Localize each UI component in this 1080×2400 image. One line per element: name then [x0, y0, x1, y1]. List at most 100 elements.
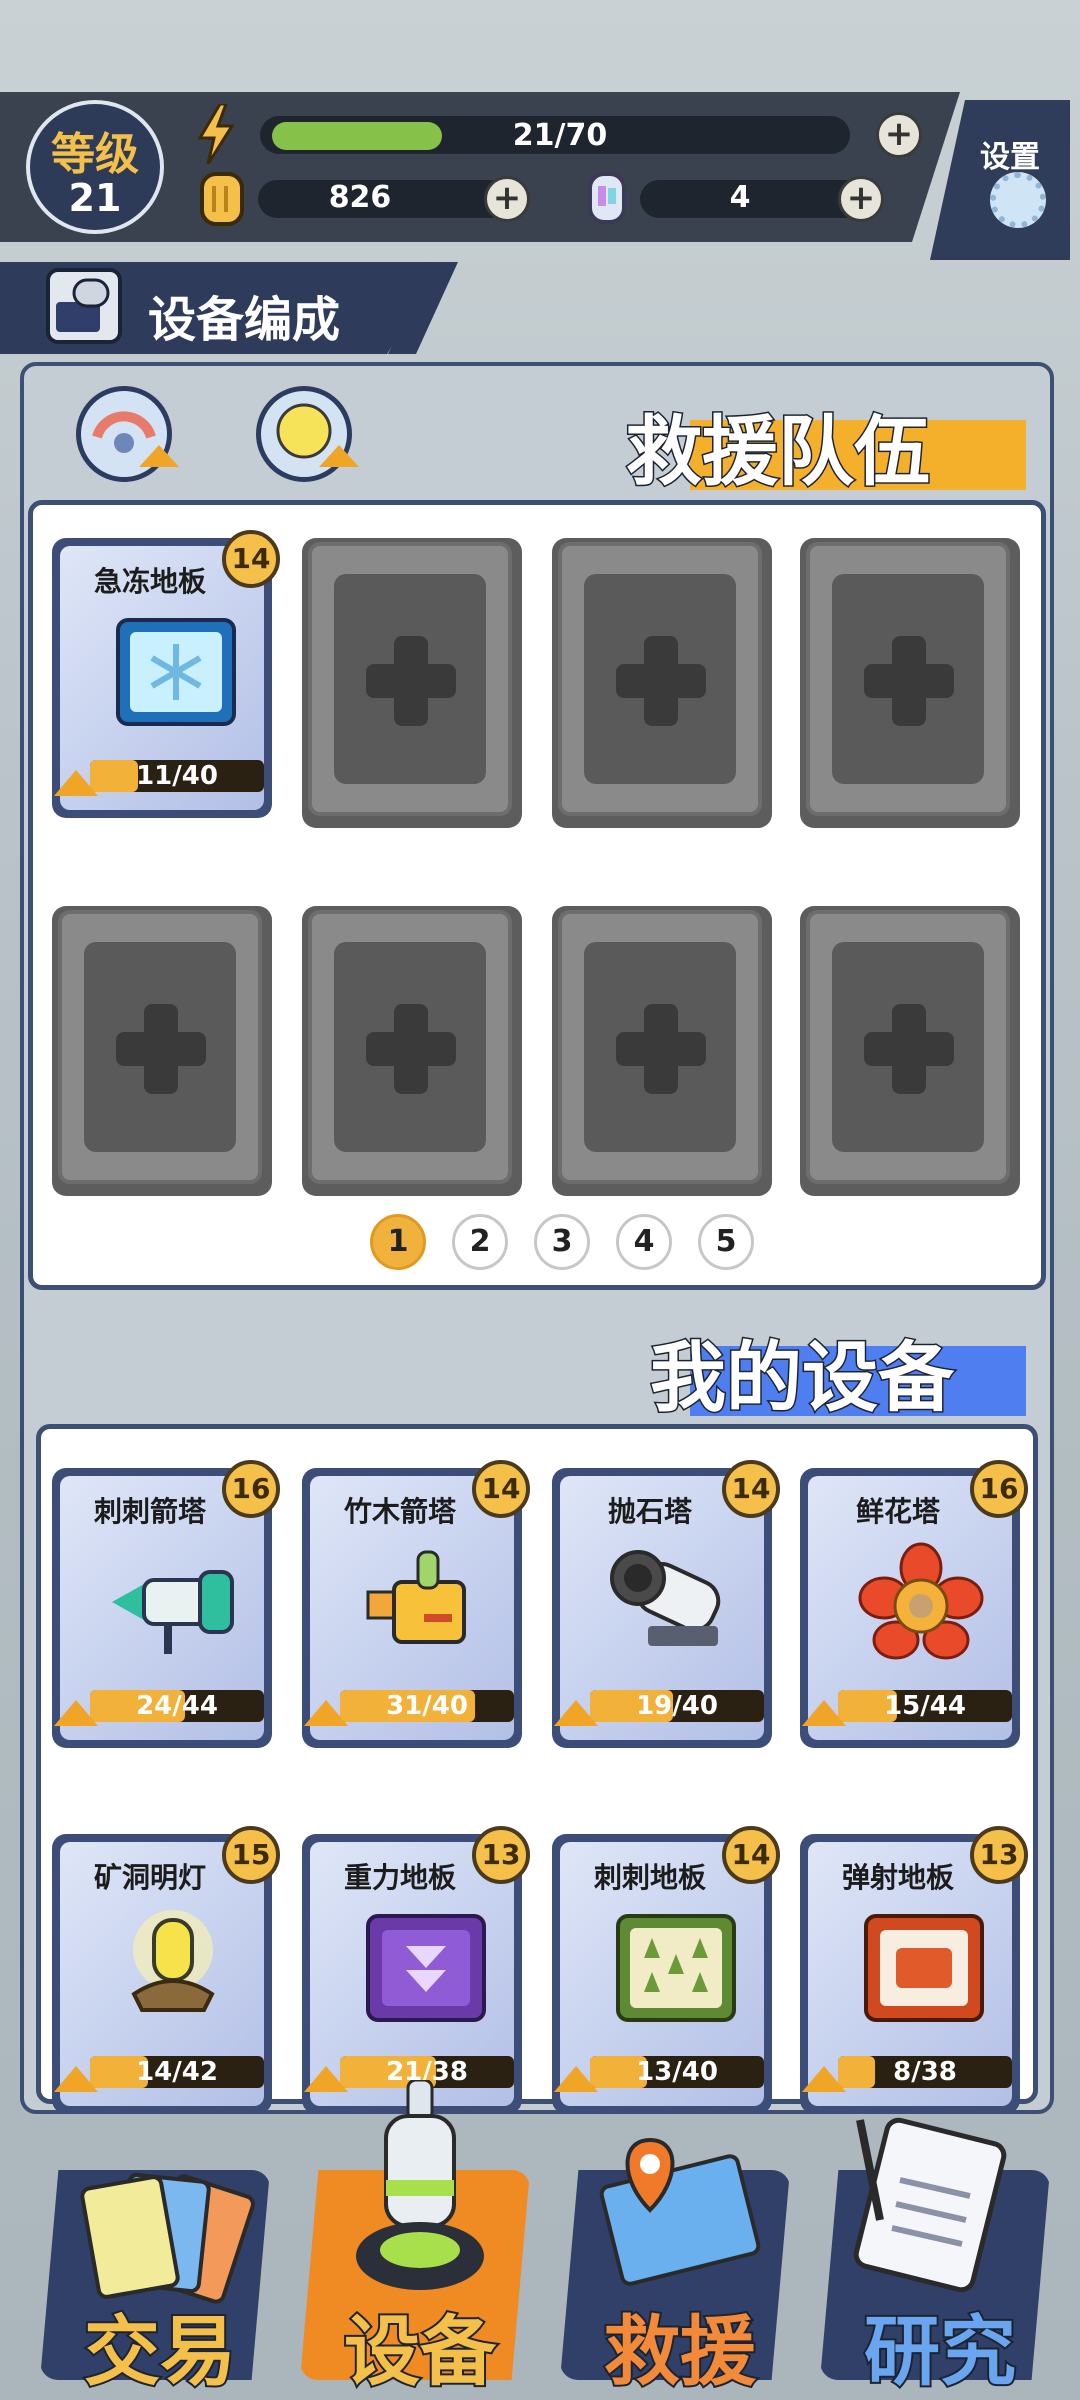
page-button-3[interactable]: 3 [534, 1214, 590, 1270]
equipment-card[interactable]: 矿洞明灯 14/42 15 [52, 1826, 280, 2114]
gravity-tile-icon [358, 1908, 488, 2028]
progress-bar: 19/40 [590, 1690, 764, 1722]
coin-icon [196, 168, 248, 230]
empty-slot[interactable] [302, 538, 522, 828]
empty-slot[interactable] [800, 538, 1020, 828]
upgrade-arrow-icon [54, 2066, 98, 2092]
clipboard-icon [830, 2110, 1030, 2300]
bamboo-tower-icon [358, 1542, 488, 1662]
level-badge: 15 [222, 1826, 280, 1884]
page-button-1[interactable]: 1 [370, 1214, 426, 1270]
page-button-5[interactable]: 5 [698, 1214, 754, 1270]
equipment-card[interactable]: 鲜花塔 15/44 16 [800, 1460, 1028, 1748]
progress-text: 24/44 [136, 1691, 218, 1721]
team-card[interactable]: 急冻地板 11/40 14 [52, 530, 280, 818]
nav-tab-equipment[interactable]: 设备 [290, 2078, 530, 2398]
upgrade-arrow-icon [554, 1700, 598, 1726]
lightning-icon [196, 102, 236, 165]
empty-slot[interactable] [552, 906, 772, 1196]
level-value: 21 [68, 176, 122, 220]
level-label: 等级 [51, 129, 139, 180]
empty-slot[interactable] [52, 906, 272, 1196]
progress-bar: 8/38 [838, 2056, 1012, 2088]
upgrade-arrow-icon [54, 770, 98, 796]
progress-bar: 24/44 [90, 1690, 264, 1722]
equipment-card[interactable]: 抛石塔 19/40 14 [552, 1460, 780, 1748]
nav-label: 设备 [342, 2305, 498, 2398]
upgrade-speed-button[interactable] [76, 386, 179, 482]
gear-icon [990, 172, 1046, 228]
level-badge: 14 [722, 1826, 780, 1884]
gem-icon [582, 166, 632, 230]
equipment-card[interactable]: 竹木箭塔 31/40 14 [302, 1460, 530, 1748]
card-name: 重力地板 [343, 1861, 456, 1894]
coin-count: 826 [328, 180, 392, 215]
level-badge: 13 [472, 1826, 530, 1884]
page-button-4[interactable]: 4 [616, 1214, 672, 1270]
equipment-heading: 我的设备 [649, 1332, 956, 1424]
upgrade-arrow-icon [802, 2066, 846, 2092]
empty-slot[interactable] [302, 906, 522, 1196]
nav-label: 救援 [602, 2305, 758, 2398]
empty-slot[interactable] [800, 906, 1020, 1196]
gem-count: 4 [729, 180, 751, 215]
nav-tab-research[interactable]: 研究 [810, 2117, 1050, 2398]
equipment-card[interactable]: 刺刺箭塔 24/44 16 [52, 1460, 280, 1748]
card-name: 刺刺箭塔 [93, 1495, 206, 1528]
team-heading: 救援队伍 [625, 406, 932, 498]
launch-tile-icon [856, 1908, 986, 2028]
level-badge: 16 [222, 1460, 280, 1518]
drill-tower-icon [350, 2078, 490, 2300]
upgrade-arrow-icon [802, 1700, 846, 1726]
upgrade-bulb-button[interactable] [256, 386, 359, 482]
cannon-icon [46, 268, 122, 344]
empty-slot[interactable] [552, 538, 772, 828]
section-title: 设备编成 [148, 292, 341, 348]
add-energy-button[interactable]: + [876, 112, 922, 158]
card-name: 矿洞明灯 [93, 1861, 206, 1894]
page-button-2[interactable]: 2 [452, 1214, 508, 1270]
progress-bar: 15/44 [838, 1690, 1012, 1722]
progress-text: 19/40 [636, 1691, 718, 1721]
progress-text: 8/38 [893, 2057, 957, 2087]
catapult-tower-icon [608, 1542, 738, 1662]
nav-label: 研究 [862, 2305, 1018, 2398]
progress-bar: 14/42 [90, 2056, 264, 2088]
mine-lamp-icon [108, 1908, 238, 2028]
card-name: 竹木箭塔 [343, 1495, 456, 1528]
nav-tab-trade[interactable]: 交易 [30, 2170, 270, 2398]
progress-bar: 13/40 [590, 2056, 764, 2088]
flower-tower-icon [856, 1542, 986, 1662]
upgrade-arrow-icon [304, 2066, 348, 2092]
settings-label: 设置 [980, 140, 1040, 175]
progress-bar: 31/40 [340, 1690, 514, 1722]
card-name: 鲜花塔 [855, 1495, 940, 1528]
card-name: 刺刺地板 [593, 1861, 706, 1894]
upgrade-arrow-icon [319, 445, 359, 467]
equipment-card[interactable]: 刺刺地板 13/40 14 [552, 1826, 780, 2114]
spike-arrow-tower-icon [108, 1542, 238, 1662]
card-name: 急冻地板 [93, 565, 206, 598]
upgrade-arrow-icon [304, 1700, 348, 1726]
level-badge: 16 [970, 1460, 1028, 1518]
level-badge: 14 [222, 530, 280, 588]
add-gems-button[interactable]: + [838, 176, 884, 222]
player-level-badge[interactable]: 等级 21 [26, 100, 164, 234]
progress-text: 13/40 [636, 2057, 718, 2087]
snowflake-tile-icon [108, 612, 238, 732]
upgrade-arrow-icon [54, 1700, 98, 1726]
spike-tile-icon [608, 1908, 738, 2028]
progress-text: 14/42 [136, 2057, 218, 2087]
card-name: 弹射地板 [841, 1861, 954, 1894]
upgrade-arrow-icon [139, 445, 179, 467]
nav-tab-rescue[interactable]: 救援 [550, 2137, 790, 2398]
energy-bar-fill [272, 122, 442, 150]
progress-bar: 11/40 [90, 760, 264, 792]
level-badge: 14 [722, 1460, 780, 1518]
level-badge: 14 [472, 1460, 530, 1518]
nav-label: 交易 [82, 2305, 238, 2398]
equipment-card[interactable]: 重力地板 21/38 13 [302, 1826, 530, 2114]
equipment-card[interactable]: 弹射地板 8/38 13 [800, 1826, 1028, 2114]
upgrade-arrow-icon [554, 2066, 598, 2092]
add-coins-button[interactable]: + [484, 176, 530, 222]
